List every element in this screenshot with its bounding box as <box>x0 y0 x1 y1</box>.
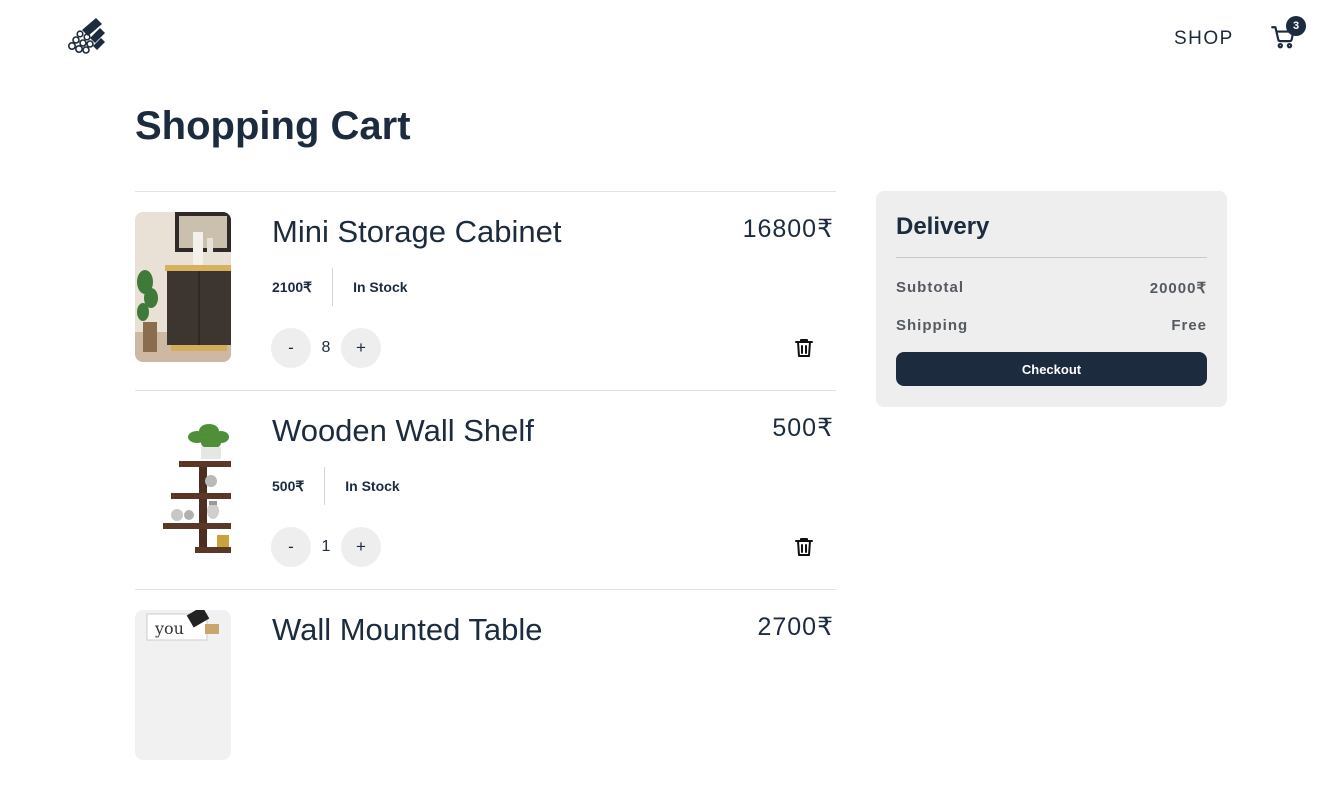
subtotal-row: Subtotal 20000₹ <box>896 279 1207 297</box>
quantity-stepper: - 8 + <box>271 328 381 368</box>
order-summary-panel: Delivery Subtotal 20000₹ Shipping Free C… <box>876 191 1227 407</box>
nav-shop-link[interactable]: SHOP <box>1174 28 1234 50</box>
svg-text:you: you <box>154 619 184 638</box>
product-meta: 500₹ In Stock <box>272 467 400 505</box>
increase-quantity-button[interactable]: + <box>341 527 381 567</box>
page-title: Shopping Cart <box>135 104 411 148</box>
trash-icon[interactable] <box>792 336 816 360</box>
product-line-total: 500₹ <box>772 414 834 442</box>
unit-price: 500₹ <box>272 477 305 494</box>
cart-item: Mini Storage Cabinet 16800₹ 2100₹ In Sto… <box>135 191 836 390</box>
stock-status: In Stock <box>345 478 400 494</box>
cart-count-badge: 3 <box>1286 16 1306 36</box>
summary-divider <box>896 257 1207 258</box>
product-line-total: 16800₹ <box>742 215 834 243</box>
trash-icon[interactable] <box>792 535 816 559</box>
cart-item-list: Mini Storage Cabinet 16800₹ 2100₹ In Sto… <box>135 191 836 788</box>
decrease-quantity-button[interactable]: - <box>271 328 311 368</box>
product-image-shelf[interactable] <box>135 411 231 561</box>
product-meta: 2100₹ In Stock <box>272 268 408 306</box>
site-header: SHOP 3 <box>0 0 1339 80</box>
meta-divider <box>324 467 326 505</box>
subtotal-label: Subtotal <box>896 279 964 296</box>
shipping-value: Free <box>1171 317 1207 334</box>
subtotal-value: 20000₹ <box>1149 280 1207 297</box>
shipping-label: Shipping <box>896 317 969 334</box>
product-image-cabinet[interactable] <box>135 212 231 362</box>
wood-logs-logo[interactable] <box>66 16 106 54</box>
shipping-row: Shipping Free <box>896 317 1207 334</box>
decrease-quantity-button[interactable]: - <box>271 527 311 567</box>
quantity-stepper: - 1 + <box>271 527 381 567</box>
unit-price: 2100₹ <box>272 278 313 295</box>
summary-title: Delivery <box>896 213 990 240</box>
cart-item: you Wall Mounted Table 2700₹ <box>135 589 836 788</box>
increase-quantity-button[interactable]: + <box>341 328 381 368</box>
product-name[interactable]: Wall Mounted Table <box>272 612 543 648</box>
cart-item: Wooden Wall Shelf 500₹ 500₹ In Stock - 1… <box>135 390 836 589</box>
product-image-table[interactable]: you <box>135 610 231 760</box>
quantity-value: 1 <box>321 538 331 555</box>
product-line-total: 2700₹ <box>757 613 834 641</box>
product-name[interactable]: Mini Storage Cabinet <box>272 214 562 250</box>
product-name[interactable]: Wooden Wall Shelf <box>272 413 534 449</box>
checkout-button[interactable]: Checkout <box>896 352 1207 386</box>
quantity-value: 8 <box>321 339 331 356</box>
meta-divider <box>332 268 334 306</box>
stock-status: In Stock <box>353 279 408 295</box>
